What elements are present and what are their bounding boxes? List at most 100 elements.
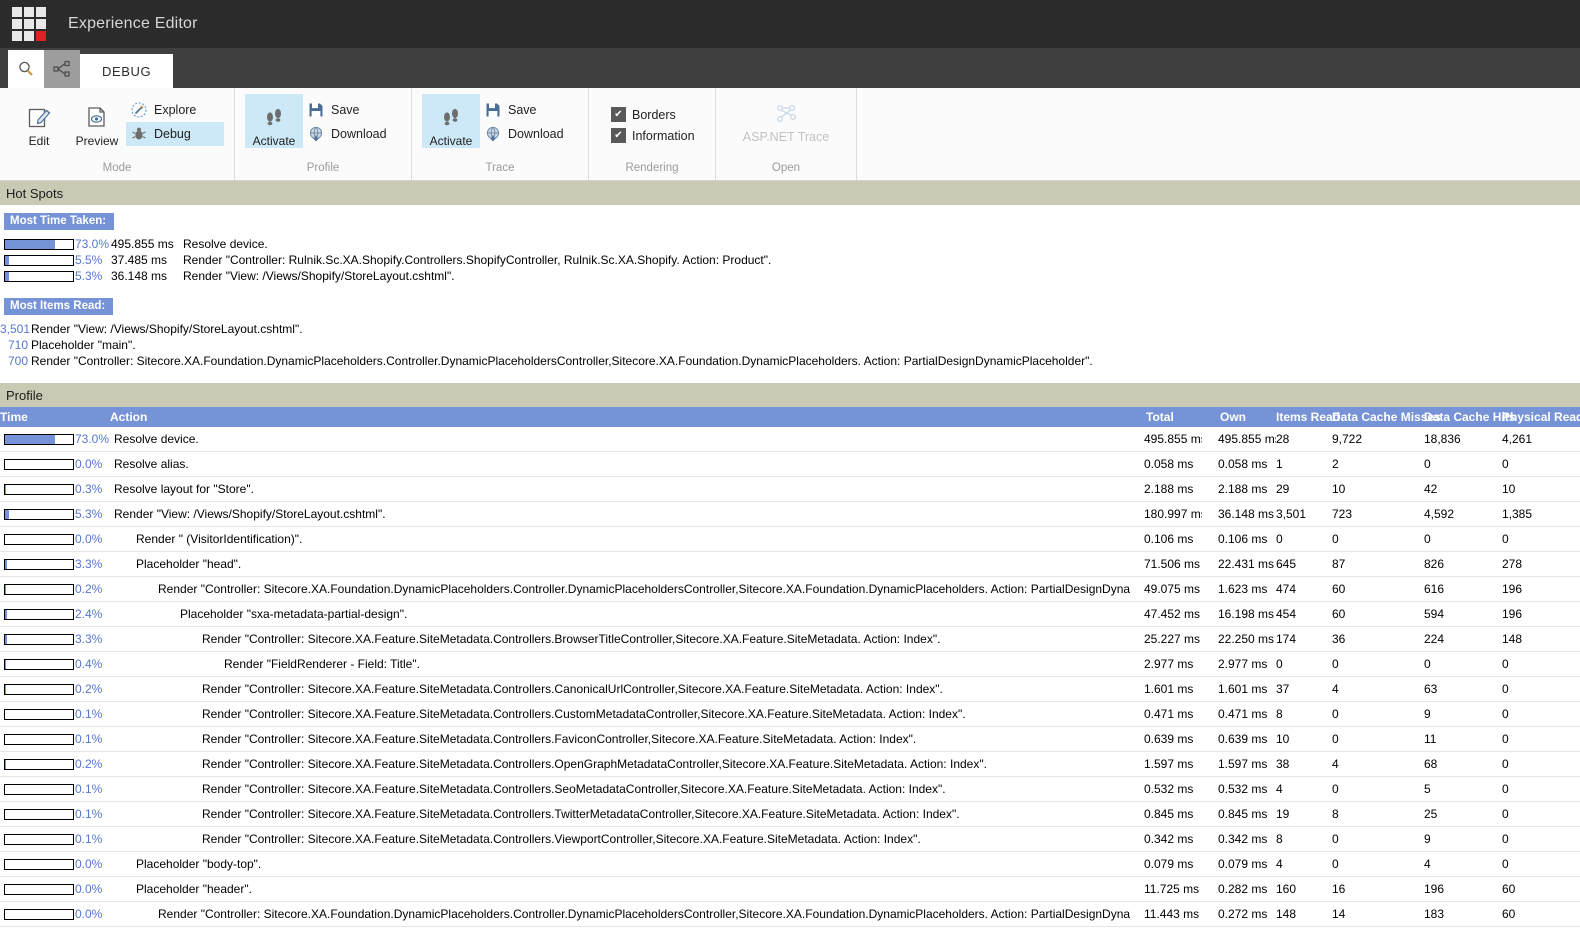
table-row[interactable]: 0.0%Resolve alias.0.058 ms0.058 ms1200 bbox=[0, 452, 1580, 477]
table-row[interactable]: 0.0%Render " (VisitorIdentification)".0.… bbox=[0, 527, 1580, 552]
cell-own: 0.639 ms bbox=[1202, 727, 1276, 752]
column-header-time[interactable]: Time bbox=[0, 407, 110, 427]
waffle-grid-icon[interactable] bbox=[12, 7, 46, 41]
table-row[interactable]: 0.1%Render "Controller: Sitecore.XA.Feat… bbox=[0, 727, 1580, 752]
cell-data-cache-misses: 4 bbox=[1332, 677, 1424, 702]
mode-debug-button[interactable]: Debug bbox=[126, 122, 224, 146]
profile-small-buttons: Save Download bbox=[303, 94, 401, 146]
table-row[interactable]: 0.1%Render "Controller: Sitecore.XA.Feat… bbox=[0, 702, 1580, 727]
table-row[interactable]: 0.0%Placeholder "header".11.725 ms0.282 … bbox=[0, 877, 1580, 902]
ribbon-group-rendering: ✔ Borders ✔ Information Rendering bbox=[589, 88, 716, 180]
tab-debug[interactable]: DEBUG bbox=[80, 54, 173, 88]
cell-total: 47.452 ms bbox=[1130, 602, 1202, 627]
tab-strip: DEBUG bbox=[0, 48, 1580, 88]
cell-own: 2.188 ms bbox=[1202, 477, 1276, 502]
table-row[interactable]: 0.0%Placeholder "body-top".0.079 ms0.079… bbox=[0, 852, 1580, 877]
table-row[interactable]: 0.2%Render "Controller: Sitecore.XA.Foun… bbox=[0, 577, 1580, 602]
time-bar bbox=[4, 434, 74, 445]
cell-action: Render "Controller: Sitecore.XA.Foundati… bbox=[110, 577, 1130, 602]
column-header-own[interactable]: Own bbox=[1202, 407, 1276, 427]
table-row[interactable]: 0.2%Render "Controller: Sitecore.XA.Feat… bbox=[0, 752, 1580, 777]
table-row[interactable]: 0.1%Render "Controller: Sitecore.XA.Feat… bbox=[0, 777, 1580, 802]
hotspot-items-count: 3,501 bbox=[0, 322, 31, 336]
action-text: Render "View: /Views/Shopify/StoreLayout… bbox=[110, 507, 1130, 521]
profile-save-button[interactable]: Save bbox=[303, 98, 401, 122]
mode-explore-button[interactable]: Explore bbox=[126, 98, 224, 122]
cell-physical-reads: 0 bbox=[1502, 852, 1580, 877]
action-text: Placeholder "head". bbox=[110, 557, 1130, 571]
time-bar bbox=[4, 459, 74, 470]
table-row[interactable]: 0.4%Render "FieldRenderer - Field: Title… bbox=[0, 652, 1580, 677]
action-text: Resolve layout for "Store". bbox=[110, 482, 1130, 496]
mode-preview-button[interactable]: Preview bbox=[68, 94, 126, 148]
ribbon-filler bbox=[857, 88, 1580, 180]
cell-data-cache-hits: 68 bbox=[1424, 752, 1502, 777]
cell-data-cache-misses: 60 bbox=[1332, 602, 1424, 627]
cell-time: 0.4% bbox=[0, 652, 110, 677]
time-bar-percent: 0.2% bbox=[74, 682, 110, 696]
cell-data-cache-hits: 0 bbox=[1424, 527, 1502, 552]
hotspot-time-value: 36.148 ms bbox=[111, 269, 183, 283]
save-disk-icon bbox=[484, 101, 502, 119]
profile-activate-button[interactable]: Activate bbox=[245, 94, 303, 148]
cell-data-cache-hits: 18,836 bbox=[1424, 427, 1502, 452]
time-bar bbox=[4, 784, 74, 795]
time-bar bbox=[4, 559, 74, 570]
cell-data-cache-misses: 10 bbox=[1332, 477, 1424, 502]
table-row[interactable]: 2.4%Placeholder "sxa-metadata-partial-de… bbox=[0, 602, 1580, 627]
hotspot-items-count: 710 bbox=[0, 338, 31, 352]
time-bar-percent: 0.3% bbox=[74, 482, 110, 496]
action-text: Render "Controller: Sitecore.XA.Feature.… bbox=[110, 682, 1130, 696]
open-aspnet-trace-label: ASP.NET Trace bbox=[743, 130, 829, 144]
cell-items-read: 160 bbox=[1276, 877, 1332, 902]
table-row[interactable]: 0.1%Render "Controller: Sitecore.XA.Feat… bbox=[0, 827, 1580, 852]
trace-download-button[interactable]: Download bbox=[480, 122, 578, 146]
column-header-action[interactable]: Action bbox=[110, 407, 1130, 427]
profile-download-button[interactable]: Download bbox=[303, 122, 401, 146]
column-header-data-cache-hits[interactable]: Data Cache Hits bbox=[1424, 407, 1502, 427]
table-row[interactable]: 3.3%Placeholder "head".71.506 ms22.431 m… bbox=[0, 552, 1580, 577]
rendering-borders-checkbox[interactable]: ✔ Borders bbox=[607, 104, 705, 125]
sitemap-icon[interactable] bbox=[44, 50, 80, 88]
table-row[interactable]: 5.3%Render "View: /Views/Shopify/StoreLa… bbox=[0, 502, 1580, 527]
table-row[interactable]: 0.3%Resolve layout for "Store".2.188 ms2… bbox=[0, 477, 1580, 502]
cell-time: 0.1% bbox=[0, 702, 110, 727]
ribbon-group-profile: Activate Save bbox=[235, 88, 412, 180]
column-header-physical-reads[interactable]: Physical Reads bbox=[1502, 407, 1580, 427]
cell-time: 0.0% bbox=[0, 452, 110, 477]
table-row[interactable]: 0.0%Render "Controller: Sitecore.XA.Foun… bbox=[0, 902, 1580, 927]
table-row[interactable]: 3.3%Render "Controller: Sitecore.XA.Feat… bbox=[0, 627, 1580, 652]
hotspots-most-items-rows: 3,501Render "View: /Views/Shopify/StoreL… bbox=[0, 321, 1580, 369]
hotspot-items-row: 710Placeholder "main". bbox=[0, 337, 1580, 353]
rendering-information-checkbox[interactable]: ✔ Information bbox=[607, 125, 705, 146]
cell-items-read: 28 bbox=[1276, 427, 1332, 452]
time-bar-percent: 2.4% bbox=[74, 607, 110, 621]
cell-items-read: 37 bbox=[1276, 677, 1332, 702]
cell-action: Render "Controller: Sitecore.XA.Feature.… bbox=[110, 752, 1130, 777]
time-bar bbox=[4, 684, 74, 695]
trace-activate-button[interactable]: Activate bbox=[422, 94, 480, 148]
table-row[interactable]: 73.0%Resolve device.495.855 ms495.855 ms… bbox=[0, 427, 1580, 452]
cell-total: 71.506 ms bbox=[1130, 552, 1202, 577]
action-text: Render "Controller: Sitecore.XA.Feature.… bbox=[110, 807, 1130, 821]
trace-save-button[interactable]: Save bbox=[480, 98, 578, 122]
mode-edit-button[interactable]: Edit bbox=[10, 94, 68, 148]
hotspots-most-time-rows: 73.0%495.855 msResolve device.5.5%37.485… bbox=[0, 236, 1580, 284]
column-header-data-cache-misses[interactable]: Data Cache Misses bbox=[1332, 407, 1424, 427]
cell-total: 11.725 ms bbox=[1130, 877, 1202, 902]
column-header-items-read[interactable]: Items Read bbox=[1276, 407, 1332, 427]
cell-action: Placeholder "body-top". bbox=[110, 852, 1130, 877]
cell-data-cache-hits: 826 bbox=[1424, 552, 1502, 577]
cell-data-cache-misses: 60 bbox=[1332, 577, 1424, 602]
cell-physical-reads: 0 bbox=[1502, 702, 1580, 727]
search-icon[interactable] bbox=[8, 50, 44, 88]
cell-data-cache-hits: 0 bbox=[1424, 452, 1502, 477]
cell-data-cache-misses: 36 bbox=[1332, 627, 1424, 652]
column-header-total[interactable]: Total bbox=[1130, 407, 1202, 427]
cell-data-cache-hits: 4 bbox=[1424, 852, 1502, 877]
cell-own: 0.845 ms bbox=[1202, 802, 1276, 827]
table-row[interactable]: 0.1%Render "Controller: Sitecore.XA.Feat… bbox=[0, 802, 1580, 827]
hotspot-items-description: Render "View: /Views/Shopify/StoreLayout… bbox=[31, 322, 1580, 336]
table-row[interactable]: 0.2%Render "Controller: Sitecore.XA.Feat… bbox=[0, 677, 1580, 702]
time-bar-percent: 5.5% bbox=[74, 253, 111, 267]
